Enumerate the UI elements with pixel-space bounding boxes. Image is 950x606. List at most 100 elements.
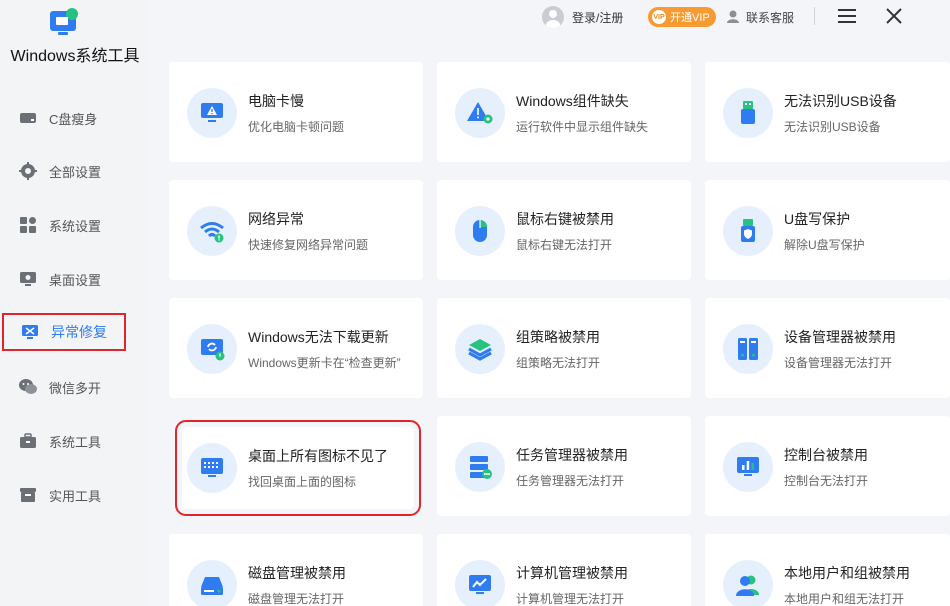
sidebar-item-label: 系统工具	[49, 434, 102, 450]
sidebar-item-label: 实用工具	[49, 488, 102, 504]
monitor-warning-icon	[187, 88, 237, 138]
card-subtitle: 任务管理器无法打开	[516, 474, 625, 488]
card-title: 桌面上所有图标不见了	[248, 448, 388, 464]
disk-manage-icon	[187, 560, 237, 606]
vip-label: 开通VIP	[670, 12, 710, 24]
card-title: 组策略被禁用	[516, 329, 600, 345]
card-windows-update[interactable]: Windows无法下载更新 Windows更新卡在“检查更新”	[169, 298, 423, 398]
card-subtitle: 鼠标右键无法打开	[516, 238, 613, 252]
card-network-error[interactable]: 网络异常 快速修复网络异常问题	[169, 180, 423, 280]
sidebar-item-label: 微信多开	[49, 380, 102, 396]
usb-icon	[723, 88, 773, 138]
card-group-policy[interactable]: 组策略被禁用 组策略无法打开	[437, 298, 691, 398]
card-local-users-groups[interactable]: 本地用户和组被禁用 本地用户和组无法打开	[705, 534, 950, 606]
vip-button[interactable]: VIP 开通VIP	[648, 7, 716, 27]
wifi-icon	[187, 206, 237, 256]
card-console[interactable]: 控制台被禁用 控制台无法打开	[705, 416, 950, 516]
avatar-icon	[542, 6, 564, 28]
sidebar-item-desktop-settings[interactable]: 桌面设置	[18, 262, 136, 296]
card-title: 设备管理器被禁用	[784, 329, 896, 345]
top-bar: 登录/注册 VIP 开通VIP 联系客服	[150, 0, 950, 40]
sidebar-item-c-drive[interactable]: C盘瘦身	[18, 101, 136, 135]
card-subtitle: 设备管理器无法打开	[784, 356, 893, 370]
card-title: 无法识别USB设备	[784, 93, 897, 109]
gear-icon	[18, 161, 38, 181]
card-device-manager[interactable]: 设备管理器被禁用 设备管理器无法打开	[705, 298, 950, 398]
card-subtitle: 控制台无法打开	[784, 474, 869, 488]
card-computer-management[interactable]: 计算机管理被禁用 计算机管理无法打开	[437, 534, 691, 606]
toolbox-icon	[18, 431, 38, 451]
repair-tools-icon	[20, 322, 40, 342]
console-chart-icon	[723, 442, 773, 492]
mouse-icon	[455, 206, 505, 256]
usb-shield-icon	[723, 206, 773, 256]
sidebar-item-label: 系统设置	[49, 218, 102, 234]
card-title: 鼠标右键被禁用	[516, 211, 614, 227]
card-subtitle: 优化电脑卡顿问题	[248, 120, 345, 134]
app-title: Windows系统工具	[10, 48, 140, 65]
card-subtitle: 磁盘管理无法打开	[248, 592, 345, 606]
box-icon	[18, 485, 38, 505]
computer-manage-icon	[455, 560, 505, 606]
card-title: 控制台被禁用	[784, 447, 868, 463]
card-subtitle: 快速修复网络异常问题	[248, 238, 369, 252]
login-label: 登录/注册	[572, 10, 624, 25]
sidebar-item-repair[interactable]: 异常修复	[2, 313, 126, 351]
sidebar-item-wechat-multi[interactable]: 微信多开	[18, 370, 136, 404]
device-manager-icon	[723, 324, 773, 374]
card-title: 网络异常	[248, 211, 304, 227]
card-slow-computer[interactable]: 电脑卡慢 优化电脑卡顿问题	[169, 62, 423, 162]
sidebar-item-all-settings[interactable]: 全部设置	[18, 154, 136, 188]
contact-service-button[interactable]: 联系客服	[726, 6, 794, 28]
users-icon	[723, 560, 773, 606]
card-usb-write-protect[interactable]: U盘写保护 解除U盘写保护	[705, 180, 950, 280]
sidebar-item-label: 桌面设置	[49, 272, 102, 288]
desktop-icon	[18, 269, 38, 289]
card-subtitle: Windows更新卡在“检查更新”	[248, 356, 401, 370]
login-button[interactable]: 登录/注册	[542, 5, 623, 29]
update-icon	[187, 324, 237, 374]
close-icon[interactable]	[884, 6, 904, 26]
card-title: 电脑卡慢	[248, 93, 304, 109]
sidebar: Windows系统工具 C盘瘦身 全部设置 系统设置 桌面设置 异常修复 微信多	[0, 0, 150, 606]
card-title: 任务管理器被禁用	[516, 447, 628, 463]
card-task-manager[interactable]: 任务管理器被禁用 任务管理器无法打开	[437, 416, 691, 516]
card-windows-components[interactable]: Windows组件缺失 运行软件中显示组件缺失	[437, 62, 691, 162]
card-subtitle: 计算机管理无法打开	[516, 592, 625, 606]
service-label: 联系客服	[746, 10, 795, 25]
card-right-click-disabled[interactable]: 鼠标右键被禁用 鼠标右键无法打开	[437, 180, 691, 280]
card-disk-management[interactable]: 磁盘管理被禁用 磁盘管理无法打开	[169, 534, 423, 606]
customer-service-icon	[726, 9, 740, 26]
wechat-icon	[18, 377, 38, 397]
card-title: Windows无法下载更新	[248, 329, 389, 345]
menu-icon[interactable]	[836, 6, 858, 26]
card-subtitle: 本地用户和组无法打开	[784, 592, 905, 606]
card-subtitle: 找回桌面上面的图标	[248, 475, 357, 489]
sidebar-item-utilities[interactable]: 实用工具	[18, 478, 136, 512]
card-subtitle: 无法识别USB设备	[784, 120, 881, 134]
card-subtitle: 组策略无法打开	[516, 356, 601, 370]
card-usb-unrecognized[interactable]: 无法识别USB设备 无法识别USB设备	[705, 62, 950, 162]
sidebar-item-system-tools[interactable]: 系统工具	[18, 424, 136, 458]
card-desktop-icons-missing[interactable]: 桌面上所有图标不见了 找回桌面上面的图标	[175, 420, 421, 516]
card-subtitle: 解除U盘写保护	[784, 238, 865, 252]
card-title: Windows组件缺失	[516, 93, 629, 109]
app-logo-icon	[50, 8, 78, 35]
sidebar-item-label: 全部设置	[49, 164, 102, 180]
vip-badge-icon: VIP	[652, 10, 666, 24]
card-title: 计算机管理被禁用	[516, 565, 628, 581]
task-manager-icon	[455, 442, 505, 492]
sidebar-item-label: C盘瘦身	[49, 111, 98, 127]
disk-icon	[18, 108, 38, 128]
card-title: 本地用户和组被禁用	[784, 565, 910, 581]
sidebar-item-system-settings[interactable]: 系统设置	[18, 208, 136, 242]
card-subtitle: 运行软件中显示组件缺失	[516, 120, 649, 134]
layers-icon	[455, 324, 505, 374]
card-title: 磁盘管理被禁用	[248, 565, 346, 581]
sidebar-item-label: 异常修复	[51, 324, 107, 340]
warning-gear-icon	[455, 88, 505, 138]
topbar-divider	[814, 7, 815, 25]
apps-grid-icon	[18, 215, 38, 235]
desktop-icons-icon	[187, 443, 237, 493]
card-title: U盘写保护	[784, 211, 851, 227]
